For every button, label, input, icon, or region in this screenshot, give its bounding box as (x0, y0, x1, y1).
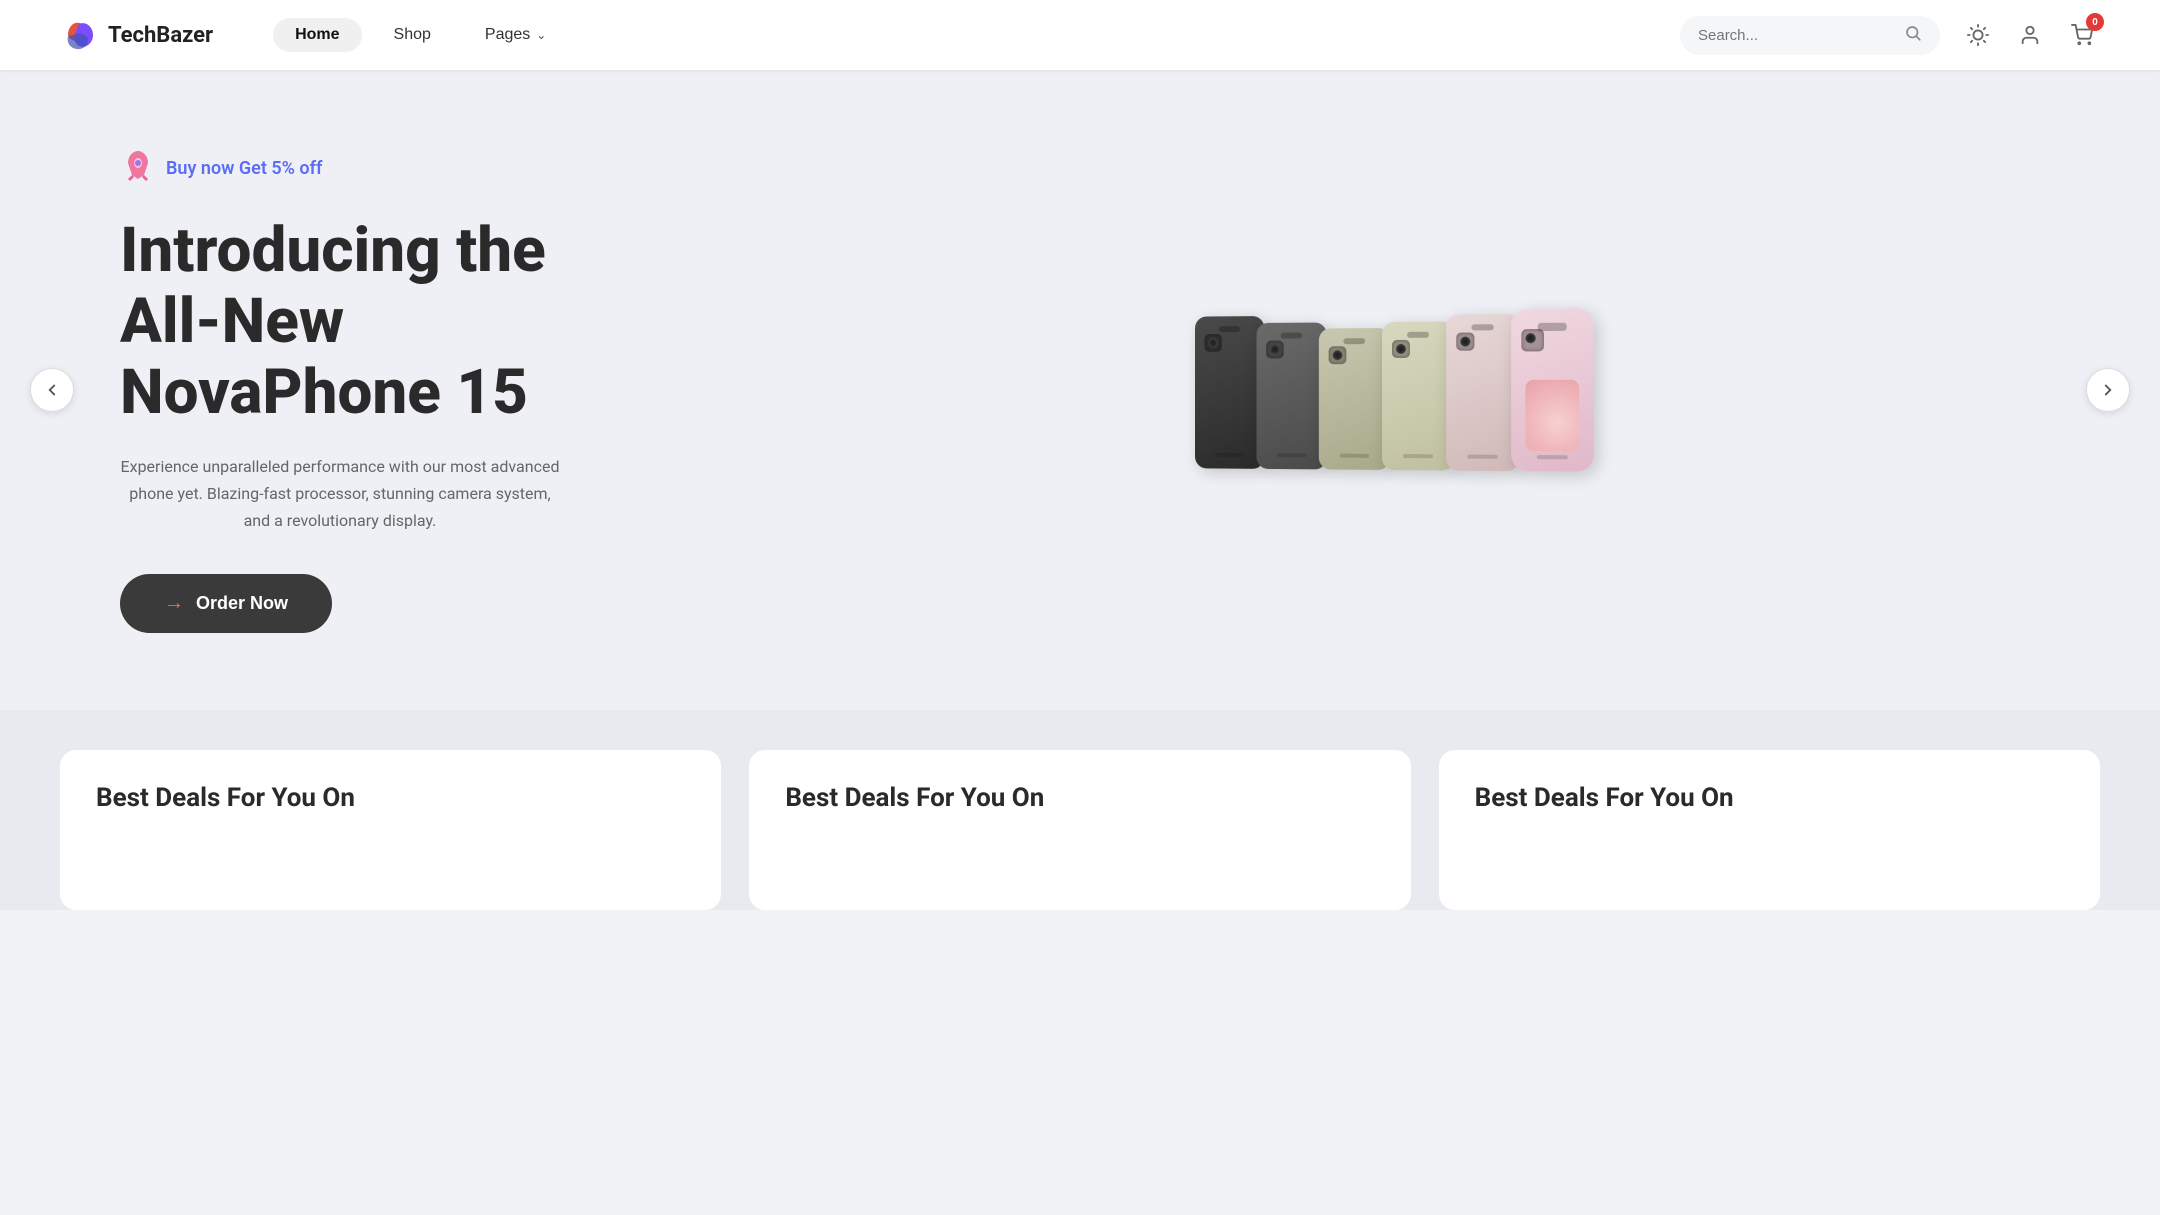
nav-shop[interactable]: Shop (372, 18, 453, 52)
cart-count-badge: 0 (2086, 13, 2104, 31)
search-button[interactable] (1904, 24, 1922, 47)
nav-icons: 0 (1960, 17, 2100, 53)
account-button[interactable] (2012, 17, 2048, 53)
hero-description: Experience unparalleled performance with… (120, 453, 560, 535)
phone-6 (1511, 308, 1594, 472)
phone-2 (1256, 322, 1326, 469)
deals-section: Best Deals For You On Best Deals For You… (0, 710, 2160, 910)
deal-title-2: Best Deals For You On (1475, 782, 2064, 816)
carousel-next-button[interactable] (2086, 368, 2130, 412)
hero-section: Buy now Get 5% off Introducing the All-N… (0, 70, 2160, 710)
arrow-left-icon (43, 381, 61, 399)
phones-group (1199, 308, 1590, 471)
phone-1 (1195, 316, 1264, 469)
hero-product-image (740, 140, 2040, 640)
nav-home[interactable]: Home (273, 18, 361, 52)
chevron-down-icon: ⌄ (536, 28, 546, 42)
deal-title-1: Best Deals For You On (785, 782, 1374, 816)
rocket-icon (120, 147, 156, 191)
hero-title: Introducing the All-New NovaPhone 15 (120, 215, 740, 429)
logo-icon (60, 16, 98, 54)
arrow-right-icon: → (164, 592, 184, 615)
arrow-right-icon (2099, 381, 2117, 399)
deal-card-2: Best Deals For You On (1439, 750, 2100, 910)
nav-links: Home Shop Pages ⌄ (273, 18, 1680, 52)
phone-4 (1382, 322, 1454, 471)
carousel-prev-button[interactable] (30, 368, 74, 412)
nav-pages[interactable]: Pages ⌄ (463, 18, 568, 52)
sun-icon (1967, 24, 1989, 46)
logo-link[interactable]: TechBazer (60, 16, 213, 54)
theme-toggle-button[interactable] (1960, 17, 1996, 53)
hero-content: Buy now Get 5% off Introducing the All-N… (120, 147, 740, 633)
user-icon (2019, 24, 2041, 46)
cart-button[interactable]: 0 (2064, 17, 2100, 53)
search-icon (1904, 24, 1922, 42)
promo-text: Buy now Get 5% off (166, 158, 322, 179)
phone-5 (1446, 314, 1519, 471)
deals-grid: Best Deals For You On Best Deals For You… (60, 750, 2100, 910)
search-input[interactable] (1698, 27, 1894, 44)
deal-title-0: Best Deals For You On (96, 782, 685, 816)
deal-card-0: Best Deals For You On (60, 750, 721, 910)
deal-card-1: Best Deals For You On (749, 750, 1410, 910)
order-now-button[interactable]: → Order Now (120, 574, 332, 633)
brand-name: TechBazer (108, 23, 213, 48)
navbar: TechBazer Home Shop Pages ⌄ (0, 0, 2160, 70)
phone-3 (1319, 328, 1390, 470)
search-area (1680, 16, 1940, 55)
hero-promo-badge: Buy now Get 5% off (120, 147, 740, 191)
